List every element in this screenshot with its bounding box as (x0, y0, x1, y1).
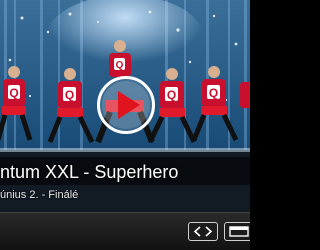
costume-letter: Q (167, 88, 176, 102)
expand-button[interactable] (224, 222, 250, 241)
play-button[interactable] (97, 76, 155, 134)
video-subtitle: únius 2. - Finálé (0, 189, 79, 201)
costume-letter: Q (65, 88, 74, 102)
video-player[interactable]: Q Q Q Q Q ntum XXL - Superhero únius 2. … (0, 0, 250, 250)
costume-letter: Q (209, 86, 218, 100)
costume-letter: Q (9, 86, 18, 100)
video-title: ntum XXL - Superhero (0, 162, 179, 182)
expand-icon (229, 226, 249, 237)
code-icon (193, 226, 213, 237)
embed-button[interactable] (188, 222, 218, 241)
play-icon (102, 81, 150, 129)
costume-letter: Q (116, 60, 124, 71)
